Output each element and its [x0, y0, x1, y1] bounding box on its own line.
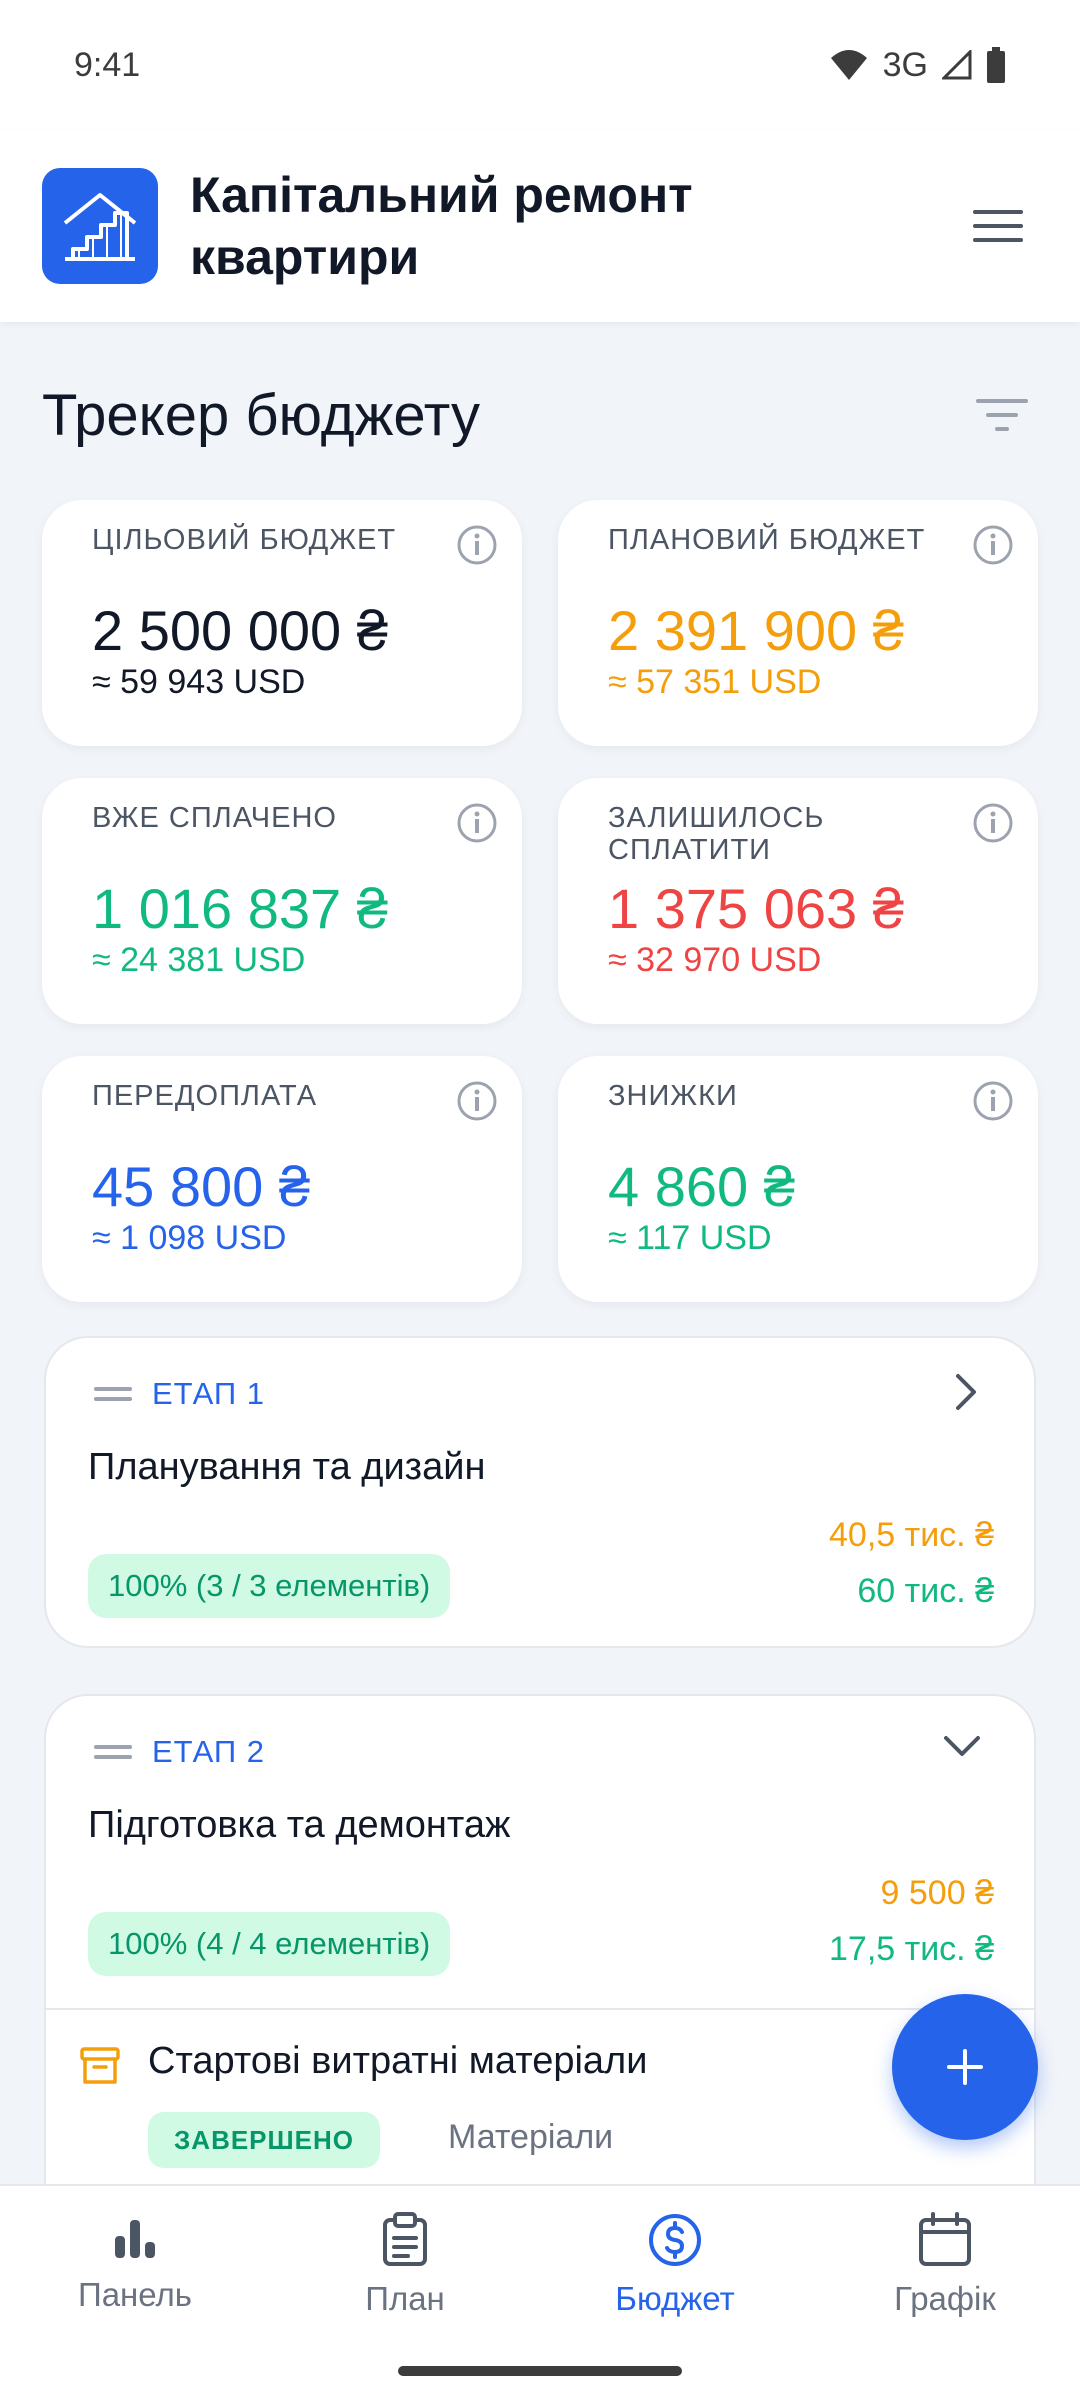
nav-label: Панель: [77, 2276, 192, 2313]
paid-card[interactable]: ВЖЕ СПЛАЧЕНО 1 016 837 ₴ ≈ 24 381 USD: [42, 778, 522, 1024]
nav-item-dashboard[interactable]: Панель: [0, 2186, 270, 2400]
chevron-down-icon[interactable]: [938, 1726, 986, 1766]
stage-progress-badge: 100% (3 / 3 елементів): [88, 1554, 451, 1618]
add-button[interactable]: [892, 1994, 1038, 2140]
bar-chart-icon: [115, 2220, 155, 2258]
target-budget-card[interactable]: ЦІЛЬОВИЙ БЮДЖЕТ 2 500 000 ₴ ≈ 59 943 USD: [42, 500, 522, 746]
card-label: ПЕРЕДОПЛАТА: [92, 1080, 318, 1112]
battery-icon: [987, 47, 1005, 83]
home-indicator[interactable]: [398, 2366, 682, 2376]
nav-label: План: [365, 2280, 445, 2317]
discounts-card[interactable]: ЗНИЖКИ 4 860 ₴ ≈ 117 USD: [558, 1056, 1038, 1302]
stage-planned-amount: 40,5 тис. ₴: [829, 1516, 994, 1554]
app-bar: Капітальний ремонт квартири: [0, 130, 1080, 322]
app-logo: [42, 168, 158, 284]
filter-button[interactable]: [962, 375, 1042, 455]
card-label: ПЛАНОВИЙ БЮДЖЕТ: [608, 524, 926, 556]
card-label: ВЖЕ СПЛАЧЕНО: [92, 802, 337, 834]
stage-target-amount: 60 тис. ₴: [857, 1572, 994, 1610]
card-label: ЗАЛИШИЛОСЬ СПЛАТИТИ: [608, 802, 825, 866]
stage-header: ЕТАП 2: [94, 1734, 265, 1770]
calendar-icon: [919, 2212, 971, 2266]
status-badge: ЗАВЕРШЕНО: [148, 2112, 380, 2168]
card-usd-value: ≈ 32 970 USD: [608, 941, 822, 979]
stage-name: Підготовка та демонтаж: [88, 1804, 511, 1846]
card-value: 2 391 900 ₴: [608, 599, 904, 662]
stage-label: ЕТАП 1: [152, 1376, 266, 1411]
stage-card-1[interactable]: ЕТАП 1 Планування та дизайн 40,5 тис. ₴ …: [44, 1336, 1036, 1648]
stage-planned-amount: 9 500 ₴: [880, 1874, 994, 1912]
card-value: 4 860 ₴: [608, 1155, 795, 1218]
stage-progress-badge: 100% (4 / 4 елементів): [88, 1912, 451, 1976]
drag-handle-icon[interactable]: [94, 1384, 132, 1404]
stage-name: Планування та дизайн: [88, 1446, 486, 1488]
info-icon[interactable]: [972, 1080, 1014, 1122]
card-value: 45 800 ₴: [92, 1155, 310, 1218]
item-name: Стартові витратні матеріали: [148, 2040, 648, 2082]
section-header: Трекер бюджету: [42, 370, 1042, 460]
section-title: Трекер бюджету: [42, 382, 480, 448]
stage-label: ЕТАП 2: [152, 1734, 266, 1769]
card-label: ЦІЛЬОВИЙ БЮДЖЕТ: [92, 524, 397, 556]
signal-icon: [942, 50, 972, 80]
stage-header: ЕТАП 1: [94, 1376, 265, 1412]
budget-summary-grid: ЦІЛЬОВИЙ БЮДЖЕТ 2 500 000 ₴ ≈ 59 943 USD…: [42, 500, 1038, 1302]
card-value: 1 016 837 ₴: [92, 877, 388, 940]
wifi-icon: [830, 50, 867, 80]
nav-label: Бюджет: [615, 2280, 735, 2317]
menu-button[interactable]: [958, 186, 1038, 266]
info-icon[interactable]: [456, 1080, 498, 1122]
chevron-right-icon[interactable]: [946, 1368, 986, 1416]
card-usd-value: ≈ 1 098 USD: [92, 1219, 287, 1257]
stage-target-amount: 17,5 тис. ₴: [829, 1930, 994, 1968]
network-type: 3G: [882, 45, 928, 84]
dollar-circle-icon: [649, 2214, 701, 2266]
status-icons: 3G: [829, 46, 1006, 85]
info-icon[interactable]: [456, 524, 498, 566]
info-icon[interactable]: [972, 802, 1014, 844]
nav-item-schedule[interactable]: Графік: [810, 2186, 1080, 2400]
item-category: Матеріали: [448, 2118, 614, 2156]
hamburger-menu-icon: [973, 210, 1023, 242]
nav-label: Графік: [894, 2280, 996, 2317]
filter-icon: [976, 399, 1028, 431]
app-title: Капітальний ремонт квартири: [190, 167, 693, 285]
info-icon[interactable]: [456, 802, 498, 844]
card-usd-value: ≈ 24 381 USD: [92, 941, 306, 979]
status-bar: 9:41 3G: [0, 0, 1080, 130]
plus-icon: [947, 2049, 983, 2085]
card-label: ЗНИЖКИ: [608, 1080, 738, 1112]
archive-box-icon: [80, 2047, 120, 2084]
card-value: 1 375 063 ₴: [608, 877, 904, 940]
house-stairs-icon: [63, 193, 137, 261]
card-usd-value: ≈ 57 351 USD: [608, 663, 822, 701]
card-usd-value: ≈ 117 USD: [608, 1219, 772, 1257]
planned-budget-card[interactable]: ПЛАНОВИЙ БЮДЖЕТ 2 391 900 ₴ ≈ 57 351 USD: [558, 500, 1038, 746]
card-usd-value: ≈ 59 943 USD: [92, 663, 306, 701]
info-icon[interactable]: [972, 524, 1014, 566]
remaining-card[interactable]: ЗАЛИШИЛОСЬ СПЛАТИТИ 1 375 063 ₴ ≈ 32 970…: [558, 778, 1038, 1024]
card-value: 2 500 000 ₴: [92, 599, 388, 662]
drag-handle-icon[interactable]: [94, 1742, 132, 1762]
clipboard-icon: [383, 2212, 427, 2266]
divider: [46, 2008, 1034, 2010]
stage-item-row[interactable]: Стартові витратні матеріали 8 ЗАВЕРШЕНО …: [78, 2034, 1008, 2194]
prepayment-card[interactable]: ПЕРЕДОПЛАТА 45 800 ₴ ≈ 1 098 USD: [42, 1056, 522, 1302]
status-time: 9:41: [74, 45, 141, 84]
